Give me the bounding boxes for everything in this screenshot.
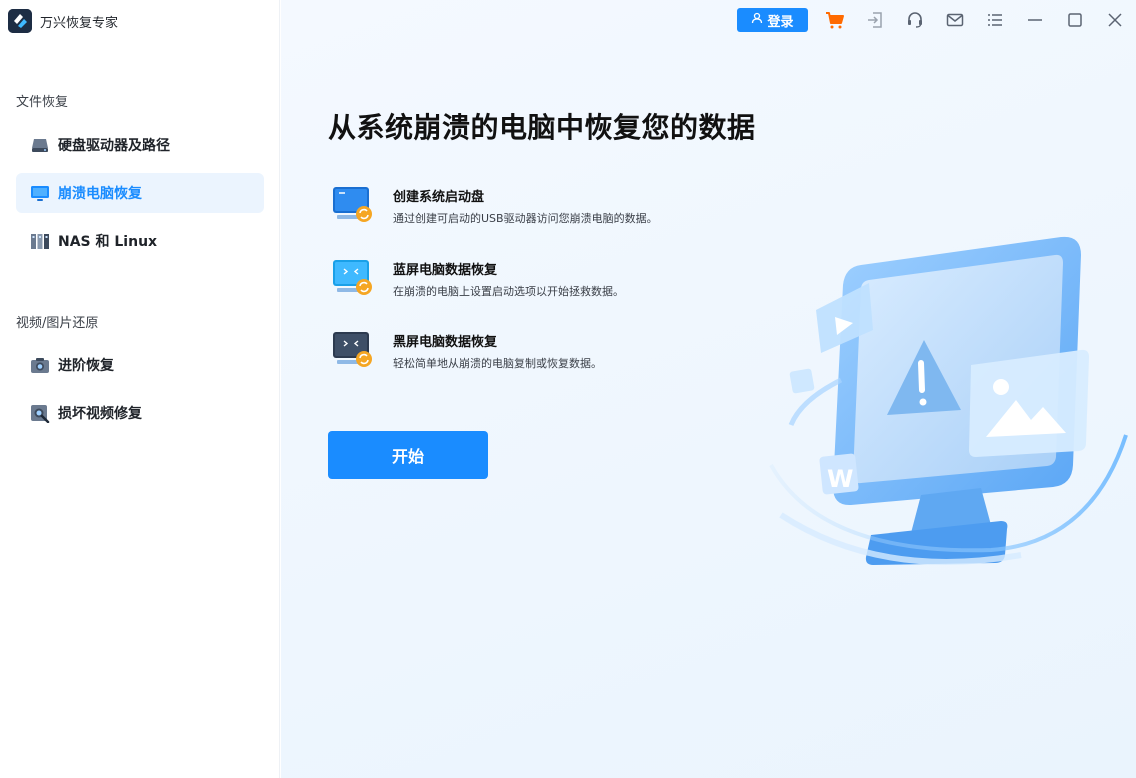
sidebar-item-label: 进阶恢复 <box>58 358 114 374</box>
app-name: 万兴恢复专家 <box>40 15 119 31</box>
sidebar-item-nas-linux[interactable]: NAS 和 Linux <box>16 221 264 261</box>
feature-desc: 通过创建可启动的USB驱动器访问您崩溃电脑的数据。 <box>393 212 658 225</box>
maximize-icon[interactable] <box>1065 10 1085 30</box>
section-label-video-photo: 视频/图片还原 <box>16 316 99 331</box>
svg-text:W: W <box>827 465 853 493</box>
feature-bootable-drive: 创建系统启动盘 通过创建可启动的USB驱动器访问您崩溃电脑的数据。 <box>332 186 732 236</box>
feature-desc: 轻松简单地从崩溃的电脑复制或恢复数据。 <box>393 357 602 370</box>
crashed-computer-illustration: W <box>761 225 1136 585</box>
close-icon[interactable] <box>1105 10 1125 30</box>
page-title: 从系统崩溃的电脑中恢复您的数据 <box>328 111 756 144</box>
camera-icon <box>30 355 50 375</box>
sidebar-item-crashed-pc[interactable]: 崩溃电脑恢复 <box>16 173 264 213</box>
sign-in-icon[interactable] <box>865 10 885 30</box>
hard-drive-icon <box>30 135 50 155</box>
nas-icon <box>30 231 50 251</box>
feature-title: 蓝屏电脑数据恢复 <box>393 263 498 278</box>
app-logo-icon <box>8 9 32 33</box>
mail-icon[interactable] <box>945 10 965 30</box>
sidebar-item-label: 损坏视频修复 <box>58 406 142 422</box>
user-icon <box>751 12 763 28</box>
headset-icon[interactable] <box>905 10 925 30</box>
sidebar-item-label: 崩溃电脑恢复 <box>58 186 142 202</box>
bootable-drive-icon <box>332 186 374 228</box>
app-title-bar: 万兴恢复专家 <box>8 8 118 34</box>
feature-title: 黑屏电脑数据恢复 <box>393 335 498 350</box>
black-screen-icon <box>332 331 374 373</box>
blue-screen-icon <box>332 259 374 301</box>
main-panel: 登录 从系统崩溃的电脑中恢复您的数据 创建系统启动盘 通过创建可启动的USB驱动… <box>281 0 1136 778</box>
sidebar-item-hard-drive[interactable]: 硬盘驱动器及路径 <box>16 125 264 165</box>
sidebar-item-video-repair[interactable]: 损坏视频修复 <box>16 393 264 433</box>
feature-title: 创建系统启动盘 <box>393 190 485 205</box>
cart-icon[interactable] <box>825 10 845 30</box>
feature-desc: 在崩溃的电脑上设置启动选项以开始拯救数据。 <box>393 285 624 298</box>
sidebar-item-label: NAS 和 Linux <box>58 234 158 250</box>
start-button[interactable]: 开始 <box>328 431 488 479</box>
section-label-file-recovery: 文件恢复 <box>16 95 69 110</box>
feature-black-screen: 黑屏电脑数据恢复 轻松简单地从崩溃的电脑复制或恢复数据。 <box>332 331 732 381</box>
list-menu-icon[interactable] <box>985 10 1005 30</box>
sidebar-item-advanced-recovery[interactable]: 进阶恢复 <box>16 345 264 385</box>
monitor-icon <box>30 183 50 203</box>
sidebar: 万兴恢复专家 文件恢复 硬盘驱动器及路径 崩溃电脑恢复 NAS 和 Linux … <box>0 0 280 778</box>
minimize-icon[interactable] <box>1025 10 1045 30</box>
feature-blue-screen: 蓝屏电脑数据恢复 在崩溃的电脑上设置启动选项以开始拯救数据。 <box>332 259 732 309</box>
sidebar-item-label: 硬盘驱动器及路径 <box>58 138 170 154</box>
video-repair-icon <box>30 403 50 423</box>
login-label: 登录 <box>767 14 794 30</box>
login-button[interactable]: 登录 <box>737 8 808 32</box>
